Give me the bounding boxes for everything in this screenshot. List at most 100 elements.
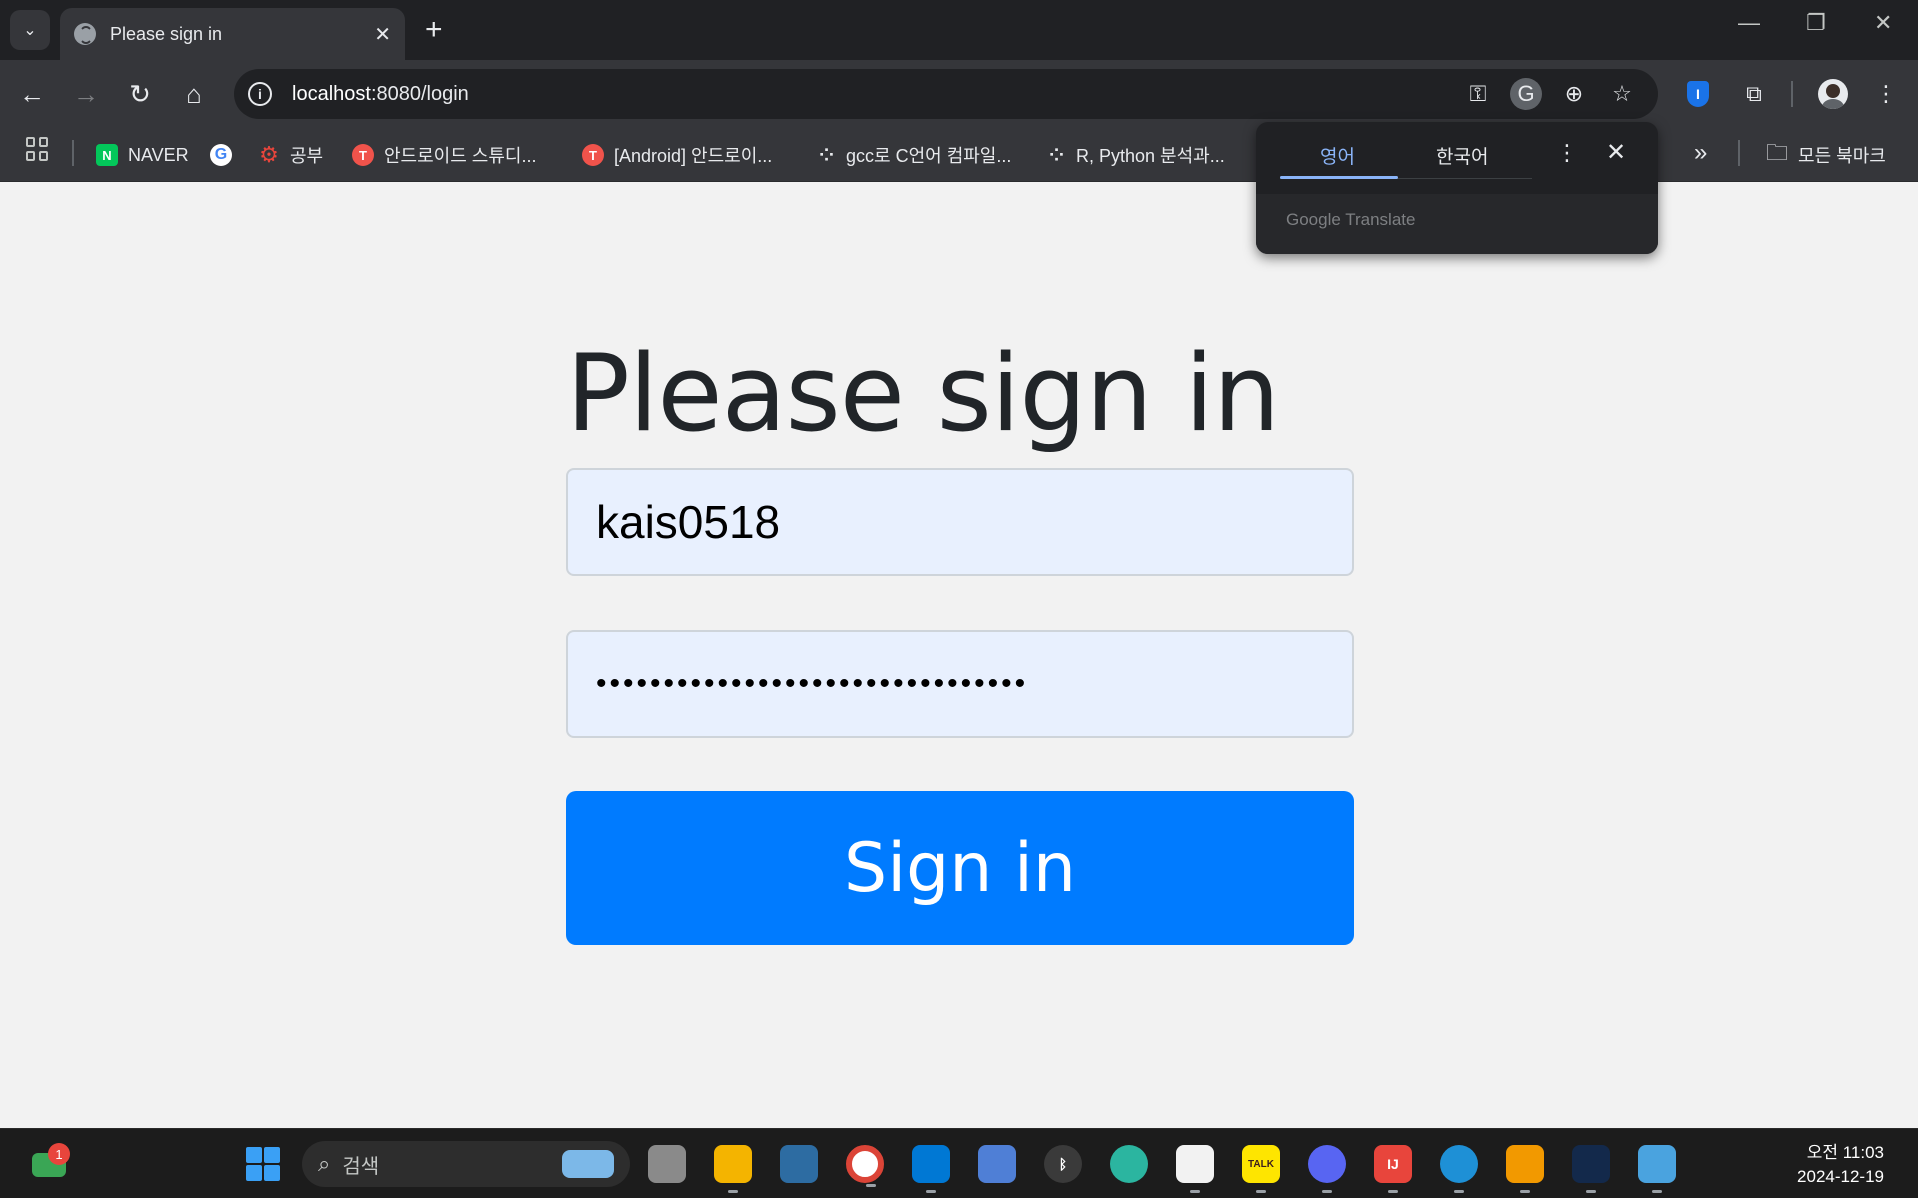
chrome-icon[interactable] <box>846 1145 884 1187</box>
home-button[interactable]: ⌂ <box>176 76 212 112</box>
cloud-app-icon[interactable] <box>1572 1145 1610 1193</box>
task-view-icon[interactable] <box>648 1145 686 1183</box>
bookmark-google[interactable]: G <box>210 140 242 170</box>
notepad-icon[interactable] <box>1638 1145 1676 1193</box>
close-icon[interactable]: ✕ <box>1606 138 1626 167</box>
tistory-icon: T <box>582 144 604 166</box>
bookmarks-overflow-button[interactable]: » <box>1694 138 1707 168</box>
source-language-tab[interactable]: 영어 <box>1320 142 1355 169</box>
search-highlight-icon <box>562 1150 614 1178</box>
new-tab-button[interactable]: + <box>425 12 443 48</box>
close-tab-icon[interactable]: ✕ <box>374 22 391 47</box>
folder-icon: 🗀 <box>1766 140 1789 165</box>
url-text[interactable]: localhost:8080/login <box>292 83 469 106</box>
password-field[interactable]: •••••••••••••••••••••••••••••••• <box>566 630 1354 738</box>
notification-app-button[interactable]: 1 <box>30 1143 70 1183</box>
all-bookmarks-button[interactable]: 🗀 모든 북마크 <box>1766 140 1886 170</box>
snipping-tool-icon[interactable] <box>1176 1145 1214 1193</box>
bookmark-android[interactable]: T [Android] 안드로이... <box>582 140 772 170</box>
shield-icon: I <box>1687 81 1709 107</box>
windows-start-button[interactable] <box>246 1147 280 1181</box>
page-title: Please sign in <box>566 332 1280 455</box>
extensions-button[interactable]: ⧉ <box>1736 76 1772 112</box>
kakaotalk-icon[interactable]: TALK <box>1242 1145 1280 1193</box>
intellij-icon[interactable]: IJ <box>1374 1145 1412 1193</box>
reload-button[interactable]: ↻ <box>122 76 158 112</box>
browser-titlebar: ⌄ Please sign in ✕ + — ❐ ✕ <box>0 0 1918 60</box>
bookmark-label: 안드로이드 스튜디... <box>384 146 537 166</box>
browser-tab[interactable]: Please sign in ✕ <box>60 8 405 60</box>
url-host: localhost <box>292 82 371 105</box>
bookmark-label: [Android] 안드로이... <box>614 146 773 166</box>
forward-button[interactable]: → <box>68 76 104 112</box>
tab-title: Please sign in <box>110 23 223 44</box>
bookmarks-divider <box>72 140 74 166</box>
active-tab-indicator <box>1280 176 1398 179</box>
bookmarks-divider <box>1738 140 1740 166</box>
password-key-icon[interactable]: ⚿ <box>1462 78 1494 110</box>
site-info-icon[interactable]: i <box>248 82 272 106</box>
windows-taskbar: 1 ⌕ 검색 ᛒ TALK IJ 오전 11:03 2024-12-19 <box>0 1128 1918 1198</box>
clock-date: 2024-12-19 <box>1797 1167 1884 1186</box>
translate-options-icon[interactable]: ⋮ <box>1556 140 1578 166</box>
gear-icon: ⚙ <box>259 142 279 167</box>
bookmark-study[interactable]: ⚙ 공부 <box>258 140 323 170</box>
bookmark-r-python[interactable]: ⁘ R, Python 분석과... <box>1044 140 1225 170</box>
taskbar-search[interactable]: ⌕ 검색 <box>302 1141 630 1187</box>
avatar <box>1818 79 1848 109</box>
bookmark-label: gcc로 C언어 컴파일... <box>846 146 1012 166</box>
bluetooth-icon[interactable]: ᛒ <box>1044 1145 1082 1183</box>
virtualbox-icon[interactable] <box>1506 1145 1544 1193</box>
mysql-icon[interactable] <box>780 1145 818 1183</box>
zoom-icon[interactable]: ⊕ <box>1558 78 1590 110</box>
browser-toolbar: ← → ↻ ⌂ i localhost:8080/login ⚿ G ⊕ ☆ I… <box>0 60 1918 128</box>
username-field[interactable]: kais0518 <box>566 468 1354 576</box>
tab-search-button[interactable]: ⌄ <box>10 10 50 50</box>
dots-icon: ⁘ <box>1048 144 1064 165</box>
puzzle-icon: ⧉ <box>1746 81 1762 106</box>
address-bar[interactable]: i localhost:8080/login ⚿ G ⊕ ☆ <box>234 69 1658 119</box>
naver-icon: N <box>96 144 118 166</box>
search-icon: ⌕ <box>318 1151 331 1176</box>
bookmark-label: R, Python 분석과... <box>1076 146 1225 166</box>
chevron-down-icon: ⌄ <box>23 22 37 39</box>
bookmark-android-studio[interactable]: T 안드로이드 스튜디... <box>352 140 536 170</box>
tistory-icon: T <box>352 144 374 166</box>
bookmark-label: 공부 <box>290 146 324 166</box>
bookmark-gcc[interactable]: ⁘ gcc로 C언어 컴파일... <box>814 140 1011 170</box>
discord-icon[interactable] <box>1308 1145 1346 1193</box>
target-language-tab[interactable]: 한국어 <box>1436 142 1488 169</box>
menu-button[interactable]: ⋮ <box>1868 76 1904 112</box>
kebab-menu-icon: ⋮ <box>1875 81 1897 106</box>
bookmark-naver[interactable]: N NAVER <box>96 140 189 170</box>
bitwarden-extension-button[interactable]: I <box>1680 76 1716 112</box>
search-placeholder: 검색 <box>342 1155 380 1178</box>
edge-icon[interactable] <box>1440 1145 1478 1193</box>
translate-icon[interactable]: G <box>1510 78 1542 110</box>
clock-time: 오전 11:03 <box>1806 1143 1884 1162</box>
apps-grid-icon[interactable] <box>26 137 50 161</box>
page-content: Please sign in kais0518 ••••••••••••••••… <box>0 182 1918 1128</box>
back-button[interactable]: ← <box>14 76 50 112</box>
google-icon: G <box>210 144 232 166</box>
file-explorer-icon[interactable] <box>714 1145 752 1193</box>
dbeaver-icon[interactable] <box>1110 1145 1148 1183</box>
network-icon[interactable] <box>978 1145 1016 1183</box>
vscode-icon[interactable] <box>912 1145 950 1193</box>
bookmark-star-icon[interactable]: ☆ <box>1606 78 1638 110</box>
bookmark-label: NAVER <box>128 144 189 165</box>
sign-in-button[interactable]: Sign in <box>566 791 1354 945</box>
close-window-button[interactable]: ✕ <box>1874 10 1892 36</box>
dots-icon: ⁘ <box>818 144 834 165</box>
all-bookmarks-label: 모든 북마크 <box>1798 146 1886 166</box>
minimize-window-button[interactable]: — <box>1738 10 1760 36</box>
translate-brand: Google Translate <box>1286 210 1416 229</box>
profile-button[interactable] <box>1815 76 1851 112</box>
notification-badge: 1 <box>48 1143 70 1165</box>
translate-popup: 영어 한국어 ⋮ ✕ Google Translate <box>1256 122 1658 254</box>
system-clock[interactable]: 오전 11:03 2024-12-19 <box>1797 1141 1884 1189</box>
restore-window-button[interactable]: ❐ <box>1806 10 1826 36</box>
url-path: :8080/login <box>370 82 469 105</box>
globe-icon <box>74 23 96 45</box>
toolbar-divider <box>1791 81 1793 107</box>
